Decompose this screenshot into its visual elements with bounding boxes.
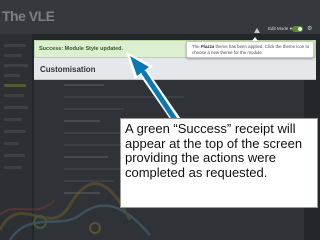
page-title: Customisation (40, 65, 96, 74)
success-message: Success: Module Style updated. (39, 46, 124, 52)
home-icon[interactable] (254, 27, 260, 33)
popover-text-start: The (192, 44, 201, 49)
callout-box: A green “Success” receipt will appear at… (120, 118, 318, 208)
sidebar-item[interactable] (4, 84, 26, 87)
customisation-panel-header: Customisation (34, 58, 316, 80)
sidebar-item[interactable] (4, 64, 28, 67)
sidebar-item[interactable] (4, 130, 26, 133)
theme-popover: The Piazza theme has been applied. Click… (186, 41, 314, 58)
app-logo: The VLE (2, 8, 55, 24)
content-line (64, 84, 104, 86)
sidebar-item[interactable] (4, 74, 20, 77)
gear-icon[interactable]: ⚙ (307, 26, 313, 32)
sidebar-item[interactable] (4, 44, 26, 47)
theme-name: Piazza (200, 44, 215, 49)
sidebar-item[interactable] (4, 94, 24, 97)
content-line (64, 96, 184, 98)
sidebar-item[interactable] (4, 118, 22, 121)
content-line (64, 156, 108, 158)
sidebar-item[interactable] (4, 106, 28, 109)
sidebar-item[interactable] (4, 154, 25, 157)
sidebar-item[interactable] (4, 142, 19, 145)
edit-mode-label: Edit Mode ● (268, 26, 293, 31)
callout-text: A green “Success” receipt will appear at… (125, 121, 303, 180)
popover-text: The Piazza theme has been applied. Click… (192, 44, 312, 56)
content-line (64, 108, 124, 110)
sidebar-item[interactable] (4, 166, 22, 169)
content-line (64, 120, 100, 122)
sidebar-item[interactable] (4, 54, 22, 57)
edit-mode-toggle[interactable] (292, 26, 303, 32)
